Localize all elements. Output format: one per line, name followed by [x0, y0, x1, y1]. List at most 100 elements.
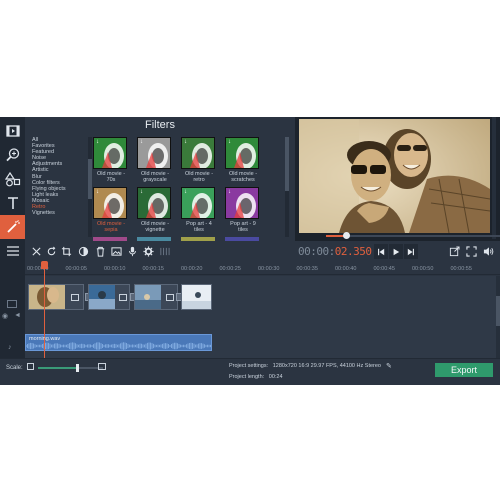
video-clip[interactable]	[134, 284, 178, 310]
playhead-handle[interactable]	[41, 261, 48, 269]
audio-clip[interactable]: morning.wav	[25, 334, 212, 351]
filter-tile-label: Pop art - 4 tiles	[186, 221, 212, 233]
video-clip[interactable]	[28, 284, 84, 310]
ruler-tick-label: 00:00:05	[65, 266, 87, 272]
project-length: Project length: 00:24	[229, 374, 283, 380]
clip-thumbnail	[182, 285, 211, 309]
category-scrollbar[interactable]	[88, 137, 92, 237]
ruler-tick-label: 00:00:15	[142, 266, 164, 272]
zoom-in-icon[interactable]	[98, 363, 106, 370]
volume-button[interactable]	[481, 244, 495, 258]
clip-thumbnail	[135, 285, 161, 309]
timeline-scrollbar[interactable]	[496, 276, 500, 358]
download-icon[interactable]: ↓	[184, 139, 187, 145]
filter-tile-label: Old movie - 70s	[96, 171, 126, 183]
video-clip[interactable]	[181, 284, 212, 310]
scissors-icon	[31, 246, 41, 256]
filter-tile[interactable]: ↓ Pop art - 9 tiles	[225, 187, 261, 233]
timeline-tracks: morning.wav	[25, 261, 500, 359]
detach-preview-button[interactable]	[447, 244, 461, 258]
edit-settings-icon[interactable]: ✎	[386, 362, 392, 370]
ruler-tick-label: 00:00:50	[412, 266, 434, 272]
download-icon[interactable]: ↓	[140, 189, 143, 195]
clip-filmstrip-icon	[71, 294, 79, 301]
player-seekbar[interactable]	[326, 232, 500, 239]
cut-button[interactable]	[29, 244, 43, 258]
color-adjust-button[interactable]	[76, 244, 90, 258]
edit-toolbar: 00:00:02.350	[25, 232, 500, 263]
clip-thumbnail	[29, 285, 65, 309]
visibility-icon[interactable]: ◉	[2, 312, 8, 320]
clip-filmstrip-icon	[166, 294, 174, 301]
scale-slider-knob[interactable]	[76, 364, 79, 372]
seekbar-knob[interactable]	[343, 232, 350, 239]
ruler-tick-label: 00:00:35	[296, 266, 318, 272]
filter-thumbnail: ↓	[93, 187, 127, 219]
delete-button[interactable]	[93, 244, 107, 258]
filter-thumbnail: ↓	[137, 137, 171, 169]
next-button[interactable]	[404, 244, 418, 259]
scale-label: Scale:	[6, 365, 23, 371]
filter-tile[interactable]: ↓ Old movie - grayscale	[137, 137, 173, 183]
previous-button[interactable]	[374, 244, 388, 259]
download-icon[interactable]: ↓	[96, 189, 99, 195]
filter-tile-label: Old movie - scratches	[228, 171, 258, 183]
ruler-tick-label: 00:00:25	[219, 266, 241, 272]
filter-tile[interactable]: ↓ Old movie - 70s	[93, 137, 129, 183]
download-icon[interactable]: ↓	[228, 189, 231, 195]
ruler-tick-label: 00:00:10	[104, 266, 126, 272]
filter-grid-scrollbar[interactable]	[285, 137, 289, 237]
time-display: 00:00:02.350	[298, 245, 372, 258]
text-button[interactable]	[0, 191, 25, 215]
playhead[interactable]	[41, 261, 48, 359]
category-item[interactable]: Vignettes	[30, 210, 87, 216]
video-clip[interactable]	[88, 284, 130, 310]
record-audio-button[interactable]	[125, 244, 139, 258]
preview-scrollbar[interactable]	[492, 117, 496, 239]
filter-tile[interactable]: ↓ Pop art - 4 tiles	[181, 187, 217, 233]
media-button[interactable]	[109, 244, 123, 258]
zoom-out-icon[interactable]	[27, 363, 34, 370]
more-button[interactable]	[0, 239, 25, 263]
filter-tile-label: Old movie - retro	[184, 171, 214, 183]
import-button[interactable]	[0, 119, 25, 143]
audio-clip-label: morning.wav	[29, 336, 61, 342]
zoom-button[interactable]	[0, 143, 25, 167]
equalizer-button[interactable]	[157, 244, 171, 258]
filter-thumbnail: ↓	[181, 137, 215, 169]
shapes-button[interactable]	[0, 167, 25, 191]
project-settings-label: Project settings:	[229, 363, 269, 369]
play-icon	[393, 248, 400, 255]
filters-title: Filters	[145, 119, 175, 131]
filter-tile[interactable]: ↓ Old movie - vignette	[137, 187, 173, 233]
fullscreen-button[interactable]	[464, 244, 478, 258]
download-icon[interactable]: ↓	[184, 189, 187, 195]
crop-button[interactable]	[59, 244, 73, 258]
download-icon[interactable]: ↓	[140, 139, 143, 145]
video-track-icon	[7, 300, 17, 308]
rotate-icon	[47, 246, 55, 255]
filter-tile[interactable]: ↓ Old movie - sepia	[93, 187, 129, 233]
color-adjust-icon	[78, 246, 88, 256]
ruler-tick-label: 00:00:20	[181, 266, 203, 272]
filter-tile[interactable]: ↓ Old movie - scratches	[225, 137, 261, 183]
video-preview	[295, 117, 500, 241]
filter-tile[interactable]: ↓ Old movie - retro	[181, 137, 217, 183]
filters-button[interactable]	[0, 215, 25, 239]
filter-tile-label: Old movie - grayscale	[140, 171, 170, 183]
settings-button[interactable]	[141, 244, 155, 258]
download-icon[interactable]: ↓	[228, 139, 231, 145]
play-button[interactable]	[389, 244, 403, 259]
left-toolbar	[0, 117, 25, 262]
export-button[interactable]: Export	[435, 363, 493, 377]
filter-thumbnail: ↓	[137, 187, 171, 219]
scale-slider[interactable]	[38, 364, 103, 372]
speaker-icon[interactable]: ◄	[14, 312, 21, 319]
filter-grid: ↓ Old movie - 70s ↓ Old movie - grayscale ↓ O…	[93, 137, 283, 241]
rotate-button[interactable]	[44, 244, 58, 258]
category-list: All Favorites Featured Noise Adjustments…	[30, 137, 87, 241]
download-icon[interactable]: ↓	[96, 139, 99, 145]
project-length-value: 00:24	[268, 374, 283, 380]
image-icon	[110, 246, 122, 256]
timeline-ruler[interactable]: 00:00:00 00:00:05 00:00:10 00:00:15 00:00:20…	[25, 263, 500, 275]
